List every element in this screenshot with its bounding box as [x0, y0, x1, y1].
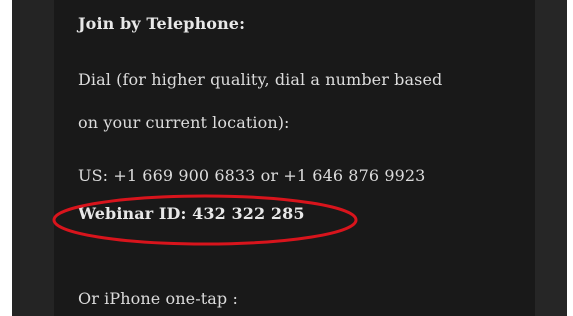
dial-instruction-line-2: on your current location): [78, 113, 290, 132]
right-margin [535, 0, 567, 316]
join-by-telephone-heading: Join by Telephone: [78, 14, 246, 33]
dial-instruction-line-1: Dial (for higher quality, dial a number … [78, 70, 443, 89]
invitation-text-area: Join by Telephone: Dial (for higher qual… [54, 0, 535, 316]
screenshot-frame: Join by Telephone: Dial (for higher qual… [0, 0, 573, 316]
document-panel: Join by Telephone: Dial (for higher qual… [12, 0, 567, 316]
left-margin [12, 0, 54, 316]
iphone-one-tap-label: Or iPhone one-tap : [78, 289, 238, 308]
us-phone-numbers: US: +1 669 900 6833 or +1 646 876 9923 [78, 166, 426, 185]
webinar-id: Webinar ID: 432 322 285 [78, 204, 305, 223]
